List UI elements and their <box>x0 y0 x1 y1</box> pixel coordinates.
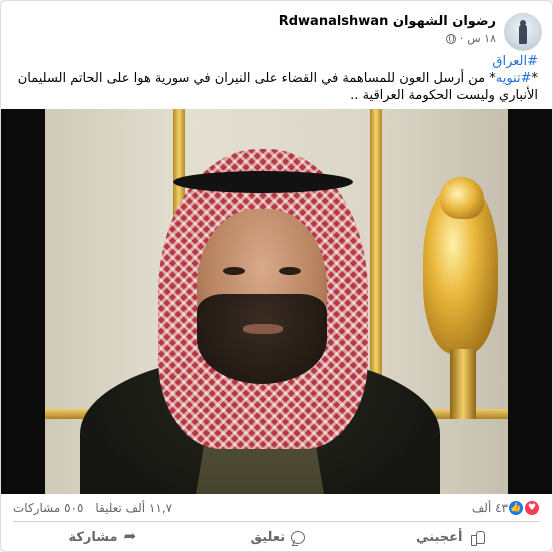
like-label: أعجبني <box>416 529 463 545</box>
comment-button[interactable]: تعليق <box>233 528 324 547</box>
comment-label: تعليق <box>250 529 286 545</box>
post-header: رضوان الشهوان Rdwanalshwan ١٨ س · <box>11 11 542 51</box>
post-text-prefix: * <box>531 71 539 86</box>
reactions-row: ♥ 👍 ٤٣ ألف ١١,٧ ألف تعليقا ٥٠٥ مشاركات <box>13 498 540 518</box>
meta-separator: · <box>459 32 464 45</box>
share-icon <box>124 527 140 545</box>
black-agal <box>173 171 353 193</box>
post-meta: ١٨ س · <box>279 32 496 45</box>
man-eye-right <box>279 267 301 275</box>
man-mouth <box>243 324 283 334</box>
author-name[interactable]: رضوان الشهوان Rdwanalshwan <box>279 14 496 29</box>
action-bar: أعجبني تعليق مشاركة <box>13 524 540 550</box>
avatar-figure-body <box>519 24 527 44</box>
comments-count[interactable]: ١١,٧ ألف تعليقا <box>95 501 172 515</box>
author-avatar[interactable] <box>504 13 542 51</box>
like-button[interactable]: أعجبني <box>398 527 502 547</box>
man-beard <box>197 294 327 384</box>
post-body: *#تنويه* من أرسل العون للمساهمة في القضا… <box>15 70 538 104</box>
thumbs-up-icon <box>469 529 485 546</box>
photo-scene <box>45 109 508 494</box>
man-eye-left <box>223 267 245 275</box>
post-timestamp[interactable]: ١٨ س <box>467 32 496 45</box>
love-icon: ♥ <box>524 500 540 516</box>
reaction-summary[interactable]: ♥ 👍 ٤٣ ألف <box>472 500 540 516</box>
post-text: #العراق *#تنويه* من أرسل العون للمساهمة … <box>15 53 538 104</box>
engagement-counts: ١١,٧ ألف تعليقا ٥٠٥ مشاركات <box>13 501 172 515</box>
falcon-stand <box>450 349 476 419</box>
post-body-text: * من أرسل العون للمساهمة في القضاء على ا… <box>17 71 538 103</box>
golden-falcon-head <box>440 177 484 219</box>
comment-icon <box>291 530 306 544</box>
hashtag-iraq[interactable]: #العراق <box>492 54 538 69</box>
post-card: رضوان الشهوان Rdwanalshwan ١٨ س · #العرا… <box>0 0 553 552</box>
hashtag-notice[interactable]: #تنويه <box>496 71 532 86</box>
share-label: مشاركة <box>68 529 118 545</box>
reaction-count[interactable]: ٤٣ ألف <box>472 501 508 515</box>
author-block: رضوان الشهوان Rdwanalshwan ١٨ س · <box>279 14 496 45</box>
shares-count[interactable]: ٥٠٥ مشاركات <box>13 501 83 515</box>
actions-divider <box>13 521 540 522</box>
globe-icon[interactable] <box>445 33 456 44</box>
post-photo[interactable] <box>1 109 552 494</box>
like-icon: 👍 <box>508 500 524 516</box>
share-button[interactable]: مشاركة <box>50 527 157 547</box>
